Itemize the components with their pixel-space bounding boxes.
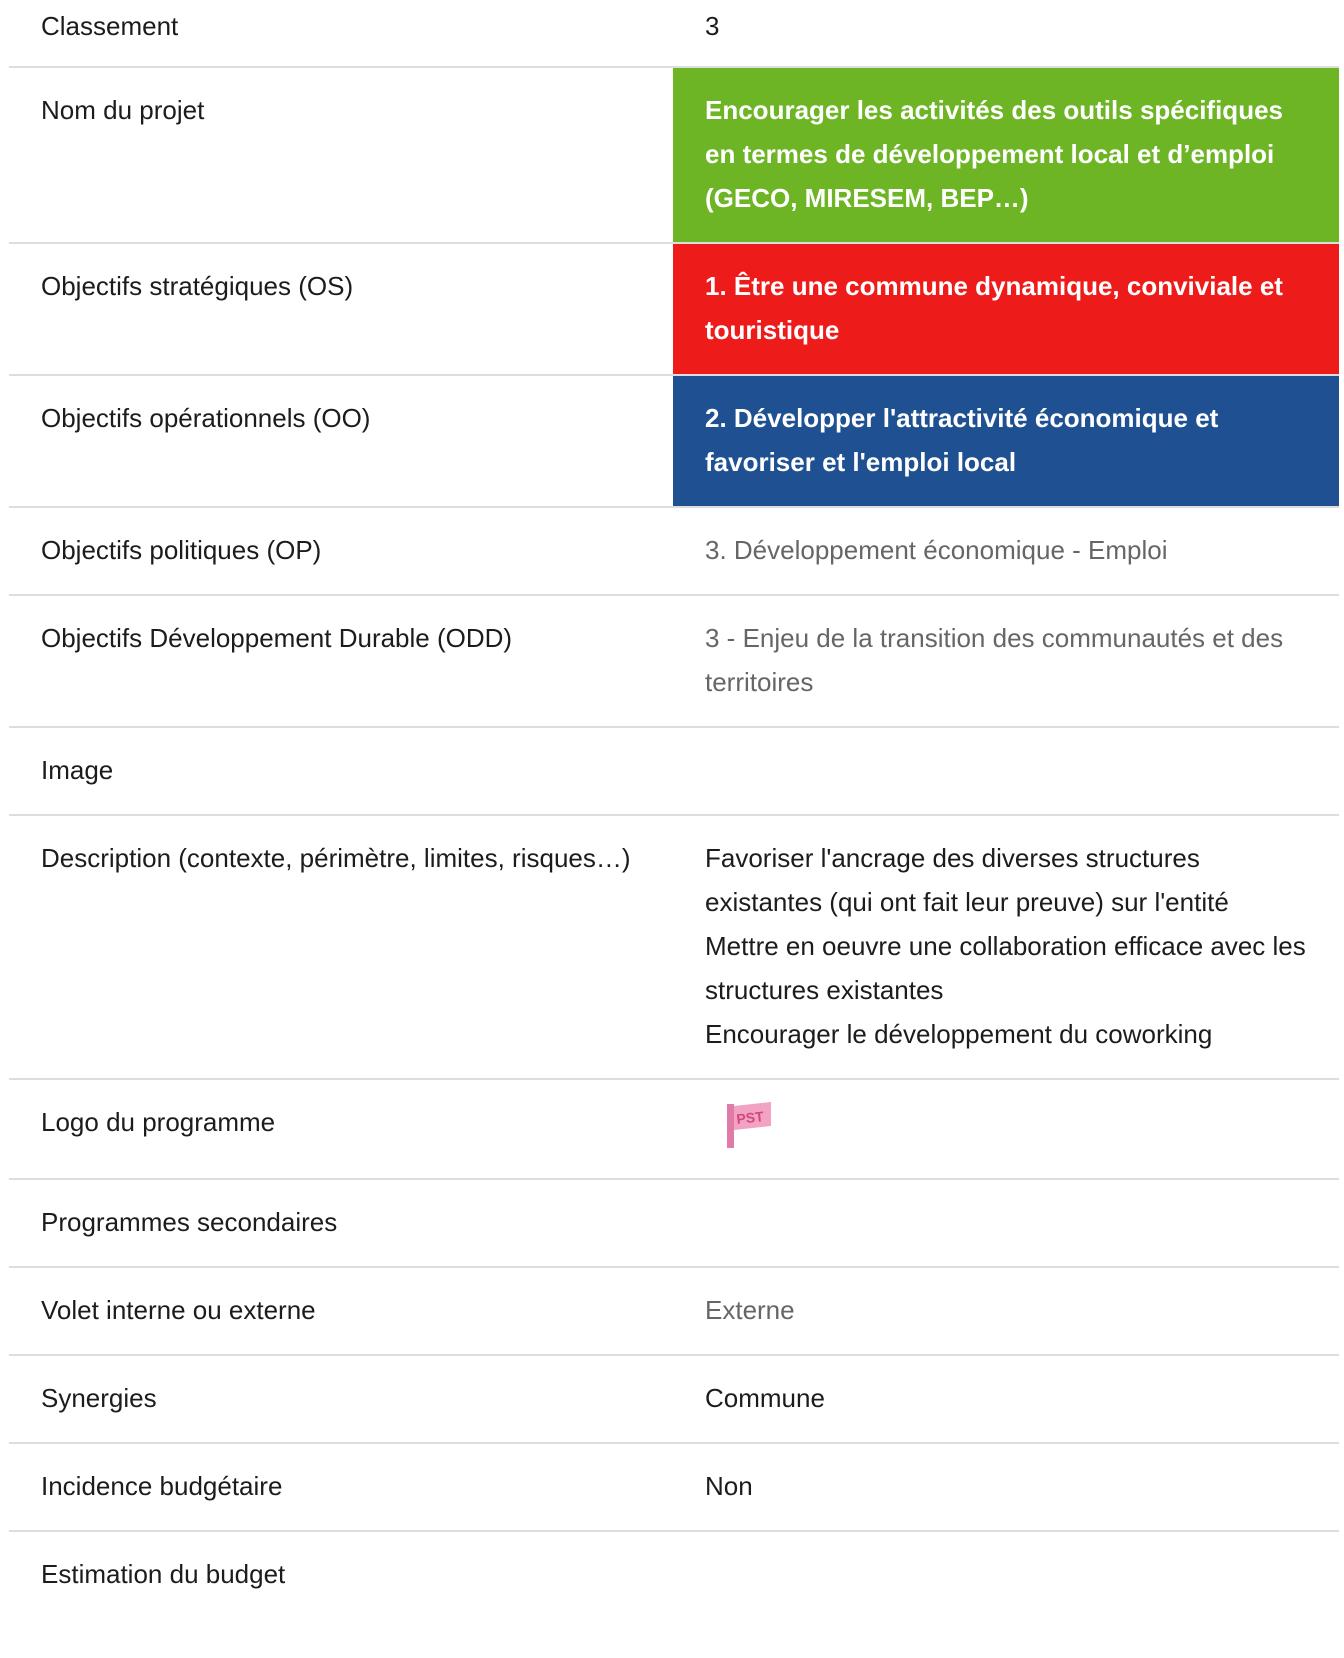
description-line: Mettre en oeuvre une collaboration effic… xyxy=(705,931,1306,1005)
project-detail-table: Classement 3 Nom du projet Encourager le… xyxy=(9,0,1339,1618)
budget-impact-value: Non xyxy=(705,1471,753,1501)
row-label: Synergies xyxy=(41,1383,157,1413)
row-project-name: Nom du projet Encourager les activités d… xyxy=(9,67,1339,243)
row-label: Objectifs politiques (OP) xyxy=(41,535,322,565)
budget-estimate-value xyxy=(673,1531,1339,1618)
project-detail-page: Classement 3 Nom du projet Encourager le… xyxy=(0,0,1344,1658)
row-label: Objectifs Développement Durable (ODD) xyxy=(41,623,513,653)
ranking-value: 3 xyxy=(705,11,720,41)
logo-pole xyxy=(727,1104,734,1148)
row-label: Logo du programme xyxy=(41,1107,276,1137)
row-classement: Classement 3 xyxy=(9,0,1339,67)
row-political-objectives: Objectifs politiques (OP) 3. Développeme… xyxy=(9,507,1339,595)
row-label: Objectifs stratégiques (OS) xyxy=(41,271,354,301)
operational-objective-value: 2. Développer l'attractivité économique … xyxy=(673,375,1339,507)
row-label: Classement xyxy=(41,11,179,41)
row-label: Objectifs opérationnels (OO) xyxy=(41,403,371,433)
program-logo-value: PST xyxy=(673,1079,1339,1179)
project-name-value: Encourager les activités des outils spéc… xyxy=(673,67,1339,243)
row-label: Programmes secondaires xyxy=(41,1207,338,1237)
synergies-value: Commune xyxy=(705,1383,825,1413)
logo-text: PST xyxy=(736,1108,765,1127)
row-label: Incidence budgétaire xyxy=(41,1471,283,1501)
row-program-logo: Logo du programme PST xyxy=(9,1079,1339,1179)
row-label: Estimation du budget xyxy=(41,1559,286,1589)
row-label: Description (contexte, périmètre, limite… xyxy=(41,843,631,873)
row-sdg: Objectifs Développement Durable (ODD) 3 … xyxy=(9,595,1339,727)
row-strategic-objectives: Objectifs stratégiques (OS) 1. Être une … xyxy=(9,243,1339,375)
row-label: Nom du projet xyxy=(41,95,205,125)
row-description: Description (contexte, périmètre, limite… xyxy=(9,815,1339,1079)
pst-logo-svg: PST xyxy=(727,1102,771,1148)
internal-external-value: Externe xyxy=(705,1295,795,1325)
row-budget-impact: Incidence budgétaire Non xyxy=(9,1443,1339,1531)
political-objective-value: 3. Développement économique - Emploi xyxy=(705,535,1168,565)
image-value xyxy=(673,727,1339,815)
row-label: Image xyxy=(41,755,114,785)
row-label: Volet interne ou externe xyxy=(41,1295,316,1325)
row-secondary-programs: Programmes secondaires xyxy=(9,1179,1339,1267)
description-line: Favoriser l'ancrage des diverses structu… xyxy=(705,843,1229,917)
strategic-objective-value: 1. Être une commune dynamique, convivial… xyxy=(673,243,1339,375)
description-line: Encourager le développement du coworking xyxy=(705,1019,1213,1049)
description-value: Favoriser l'ancrage des diverses structu… xyxy=(673,815,1339,1079)
sdg-value: 3 - Enjeu de la transition des communaut… xyxy=(705,623,1284,697)
row-image: Image xyxy=(9,727,1339,815)
row-budget-estimate: Estimation du budget xyxy=(9,1531,1339,1618)
pst-flag-logo-icon: PST xyxy=(725,1098,785,1158)
row-synergies: Synergies Commune xyxy=(9,1355,1339,1443)
row-operational-objectives: Objectifs opérationnels (OO) 2. Développ… xyxy=(9,375,1339,507)
row-internal-external: Volet interne ou externe Externe xyxy=(9,1267,1339,1355)
secondary-programs-value xyxy=(673,1179,1339,1267)
